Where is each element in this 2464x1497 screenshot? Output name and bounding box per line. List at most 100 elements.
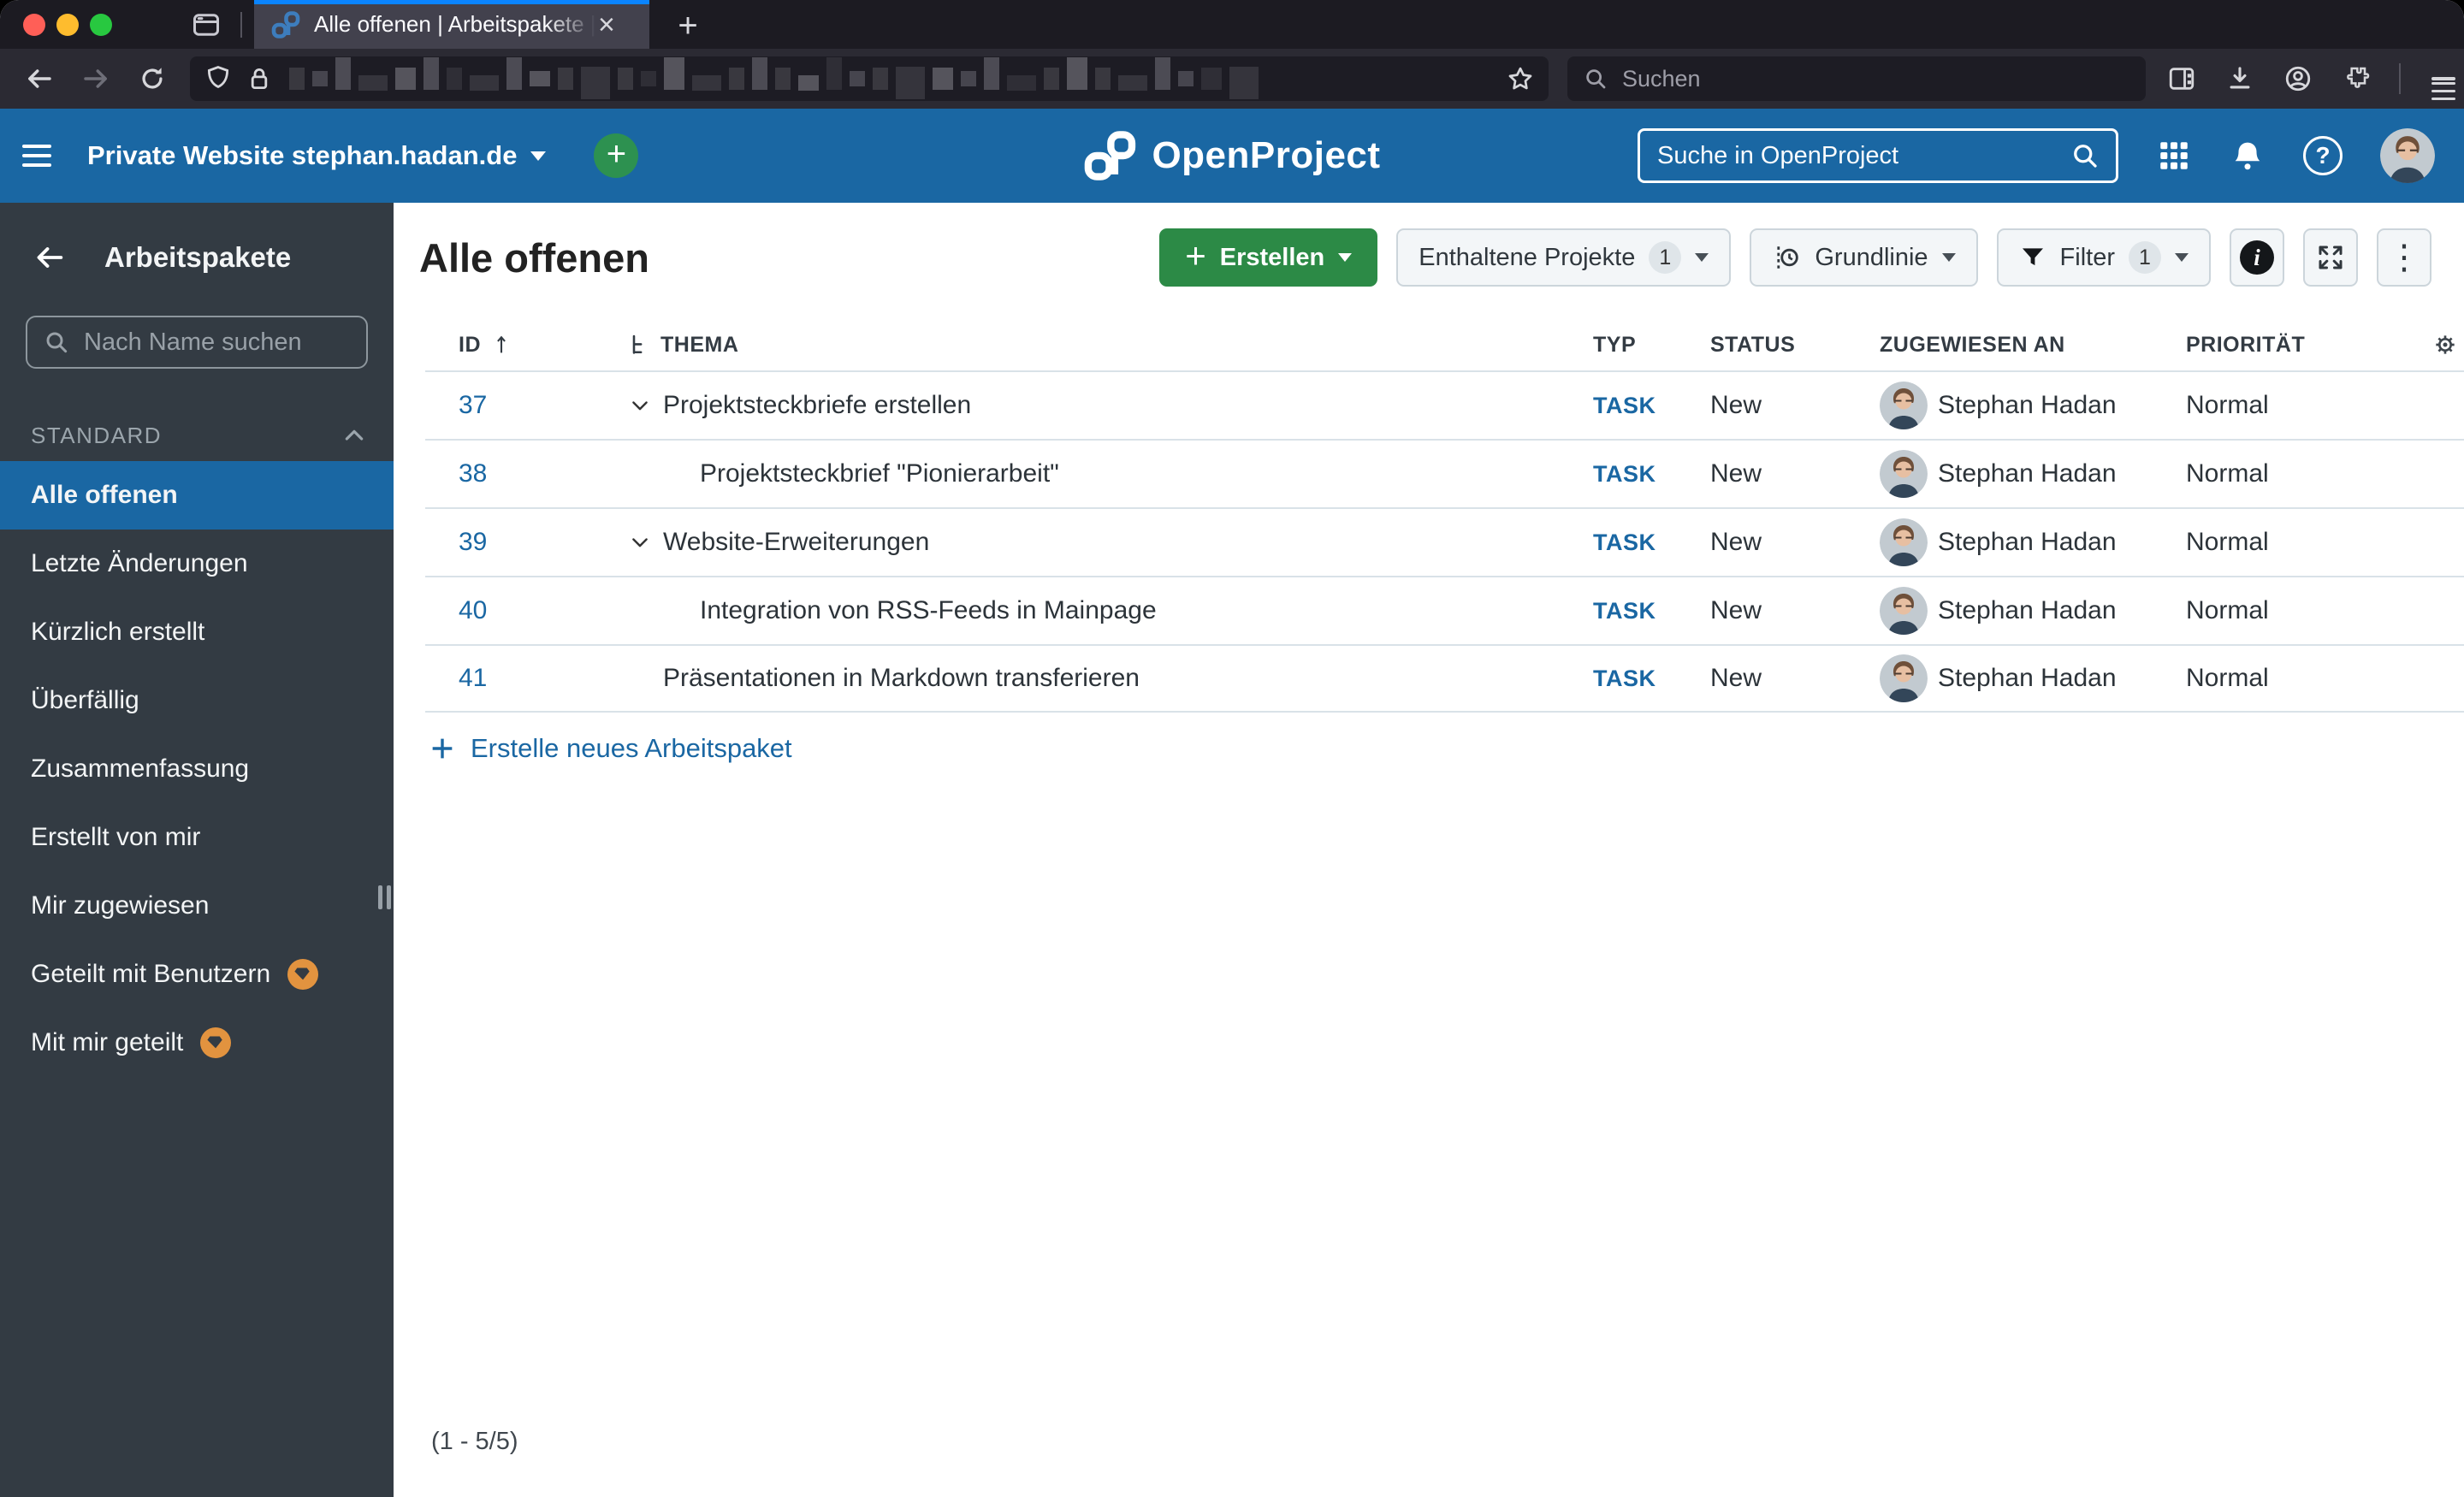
work-package-title[interactable]: Präsentationen in Markdown transferieren [663,664,1140,693]
work-package-id-link[interactable]: 40 [459,596,487,624]
fullscreen-button[interactable] [2303,228,2358,287]
sidebar-item-alle-offenen[interactable]: Alle offenen [0,461,394,530]
filter-button[interactable]: Filter 1 [1996,228,2211,287]
included-projects-button[interactable]: Enthaltene Projekte 1 [1396,228,1732,287]
url-bar[interactable] [190,56,1549,101]
work-package-priority[interactable]: Normal [2186,664,2408,693]
work-package-status[interactable]: New [1710,596,1880,625]
column-header-prioritaet[interactable]: PRIORITÄT [2186,333,2408,358]
create-work-package-link[interactable]: Erstelle neues Arbeitspaket [428,733,2464,764]
work-package-id-link[interactable]: 38 [459,459,487,488]
bookmark-star-icon[interactable] [1506,64,1535,93]
work-package-title[interactable]: Projektsteckbriefe erstellen [663,391,971,420]
sidebar-search-box[interactable] [26,316,368,369]
work-package-type[interactable]: TASK [1593,393,1710,419]
close-window-button[interactable] [23,13,45,36]
sidebar-toggle-icon[interactable] [22,139,51,173]
column-header-id[interactable]: ID [425,333,628,358]
notifications-bell-icon[interactable] [2230,138,2266,174]
user-avatar[interactable] [2380,128,2435,183]
work-package-priority[interactable]: Normal [2186,596,2408,625]
downloads-icon[interactable] [2221,60,2259,98]
info-button[interactable]: i [2230,228,2284,287]
table-settings-gear-icon[interactable] [2408,331,2464,358]
lock-icon[interactable] [245,64,274,93]
work-package-status[interactable]: New [1710,528,1880,557]
column-header-zugewiesen-an[interactable]: ZUGEWIESEN AN [1880,333,2186,358]
browser-search-bar[interactable] [1567,56,2146,101]
table-row[interactable]: 37 Projektsteckbriefe erstellen TASK New… [425,370,2464,439]
work-package-priority[interactable]: Normal [2186,391,2408,420]
project-selector[interactable]: Private Website stephan.hadan.de [87,140,547,171]
shield-icon[interactable] [204,64,233,93]
forward-icon[interactable] [77,60,115,98]
sidebar-section-standard[interactable]: STANDARD [0,422,394,449]
column-header-typ[interactable]: TYP [1593,333,1710,358]
sidebar-item-zusammenfassung[interactable]: Zusammenfassung [0,735,394,803]
sidebar-nav: Alle offenen Letzte Änderungen Kürzlich … [0,461,394,1077]
work-package-type[interactable]: TASK [1593,461,1710,488]
work-package-title[interactable]: Integration von RSS-Feeds in Mainpage [700,596,1157,625]
work-package-type[interactable]: TASK [1593,598,1710,624]
work-package-priority[interactable]: Normal [2186,459,2408,488]
table-row[interactable]: 40 Integration von RSS-Feeds in Mainpage… [425,576,2464,644]
sidebar-item-ueberfaellig[interactable]: Überfällig [0,666,394,735]
openproject-search-input[interactable] [1656,140,2049,171]
work-package-id-link[interactable]: 39 [459,528,487,556]
work-package-priority[interactable]: Normal [2186,528,2408,557]
sidebar-item-erstellt-von-mir[interactable]: Erstellt von mir [0,803,394,872]
sidebar-resize-handle[interactable] [378,885,391,909]
sidebar-item-kuerzlich-erstellt[interactable]: Kürzlich erstellt [0,598,394,666]
sidebar-item-geteilt-mit-benutzern[interactable]: Geteilt mit Benutzern [0,940,394,1009]
work-package-status[interactable]: New [1710,459,1880,488]
menu-hamburger-icon[interactable] [2425,60,2462,101]
work-package-assignee[interactable]: Stephan Hadan [1880,587,2186,635]
collapse-chevron-icon[interactable] [628,530,663,554]
table-row[interactable]: 41 Präsentationen in Markdown transferie… [425,644,2464,713]
help-icon[interactable]: ? [2303,136,2343,175]
work-package-assignee[interactable]: Stephan Hadan [1880,518,2186,566]
firefox-view-icon[interactable] [191,9,222,40]
work-package-id-link[interactable]: 41 [459,664,487,692]
work-package-status[interactable]: New [1710,391,1880,420]
maximize-window-button[interactable] [90,13,112,36]
table-row[interactable]: 39 Website-Erweiterungen TASK New Stepha… [425,507,2464,576]
work-package-status[interactable]: New [1710,664,1880,693]
reload-icon[interactable] [133,60,171,98]
extensions-icon[interactable] [2337,60,2375,98]
minimize-window-button[interactable] [56,13,79,36]
column-header-thema[interactable]: THEMA [628,333,1593,358]
sidebars-icon[interactable] [2163,60,2200,98]
work-package-id-link[interactable]: 37 [459,391,487,419]
work-package-assignee[interactable]: Stephan Hadan [1880,450,2186,498]
tab-close-icon[interactable]: × [598,10,615,39]
apps-grid-icon[interactable] [2156,138,2192,174]
chevron-up-icon[interactable] [341,422,368,449]
more-options-button[interactable]: ⋮ [2377,228,2431,287]
sidebar-search-input[interactable] [82,327,339,358]
work-package-title[interactable]: Projektsteckbrief "Pionierarbeit" [700,459,1059,488]
openproject-search-box[interactable] [1638,128,2118,183]
active-tab[interactable]: Alle offenen | Arbeitspakete | Pri × [254,0,649,49]
new-tab-button[interactable]: + [669,7,707,44]
create-button[interactable]: + Erstellen [1159,228,1378,287]
global-create-button[interactable]: + [594,133,639,178]
work-package-assignee[interactable]: Stephan Hadan [1880,382,2186,429]
hierarchy-icon[interactable] [628,333,652,357]
work-package-type[interactable]: TASK [1593,530,1710,556]
sidebar-item-letzte-aenderungen[interactable]: Letzte Änderungen [0,530,394,598]
openproject-brand[interactable]: OpenProject [1083,129,1380,182]
back-icon[interactable] [21,60,58,98]
browser-search-input[interactable] [1620,64,2082,93]
work-package-assignee[interactable]: Stephan Hadan [1880,654,2186,702]
account-icon[interactable] [2279,60,2317,98]
sidebar-item-mir-zugewiesen[interactable]: Mir zugewiesen [0,872,394,940]
sidebar-item-mit-mir-geteilt[interactable]: Mit mir geteilt [0,1009,394,1077]
work-package-title[interactable]: Website-Erweiterungen [663,528,929,557]
work-package-type[interactable]: TASK [1593,666,1710,692]
table-row[interactable]: 38 Projektsteckbrief "Pionierarbeit" TAS… [425,439,2464,507]
collapse-chevron-icon[interactable] [628,393,663,417]
baseline-button[interactable]: Grundlinie [1750,228,1978,287]
column-header-status[interactable]: STATUS [1710,333,1880,358]
back-arrow-icon[interactable] [33,240,67,275]
